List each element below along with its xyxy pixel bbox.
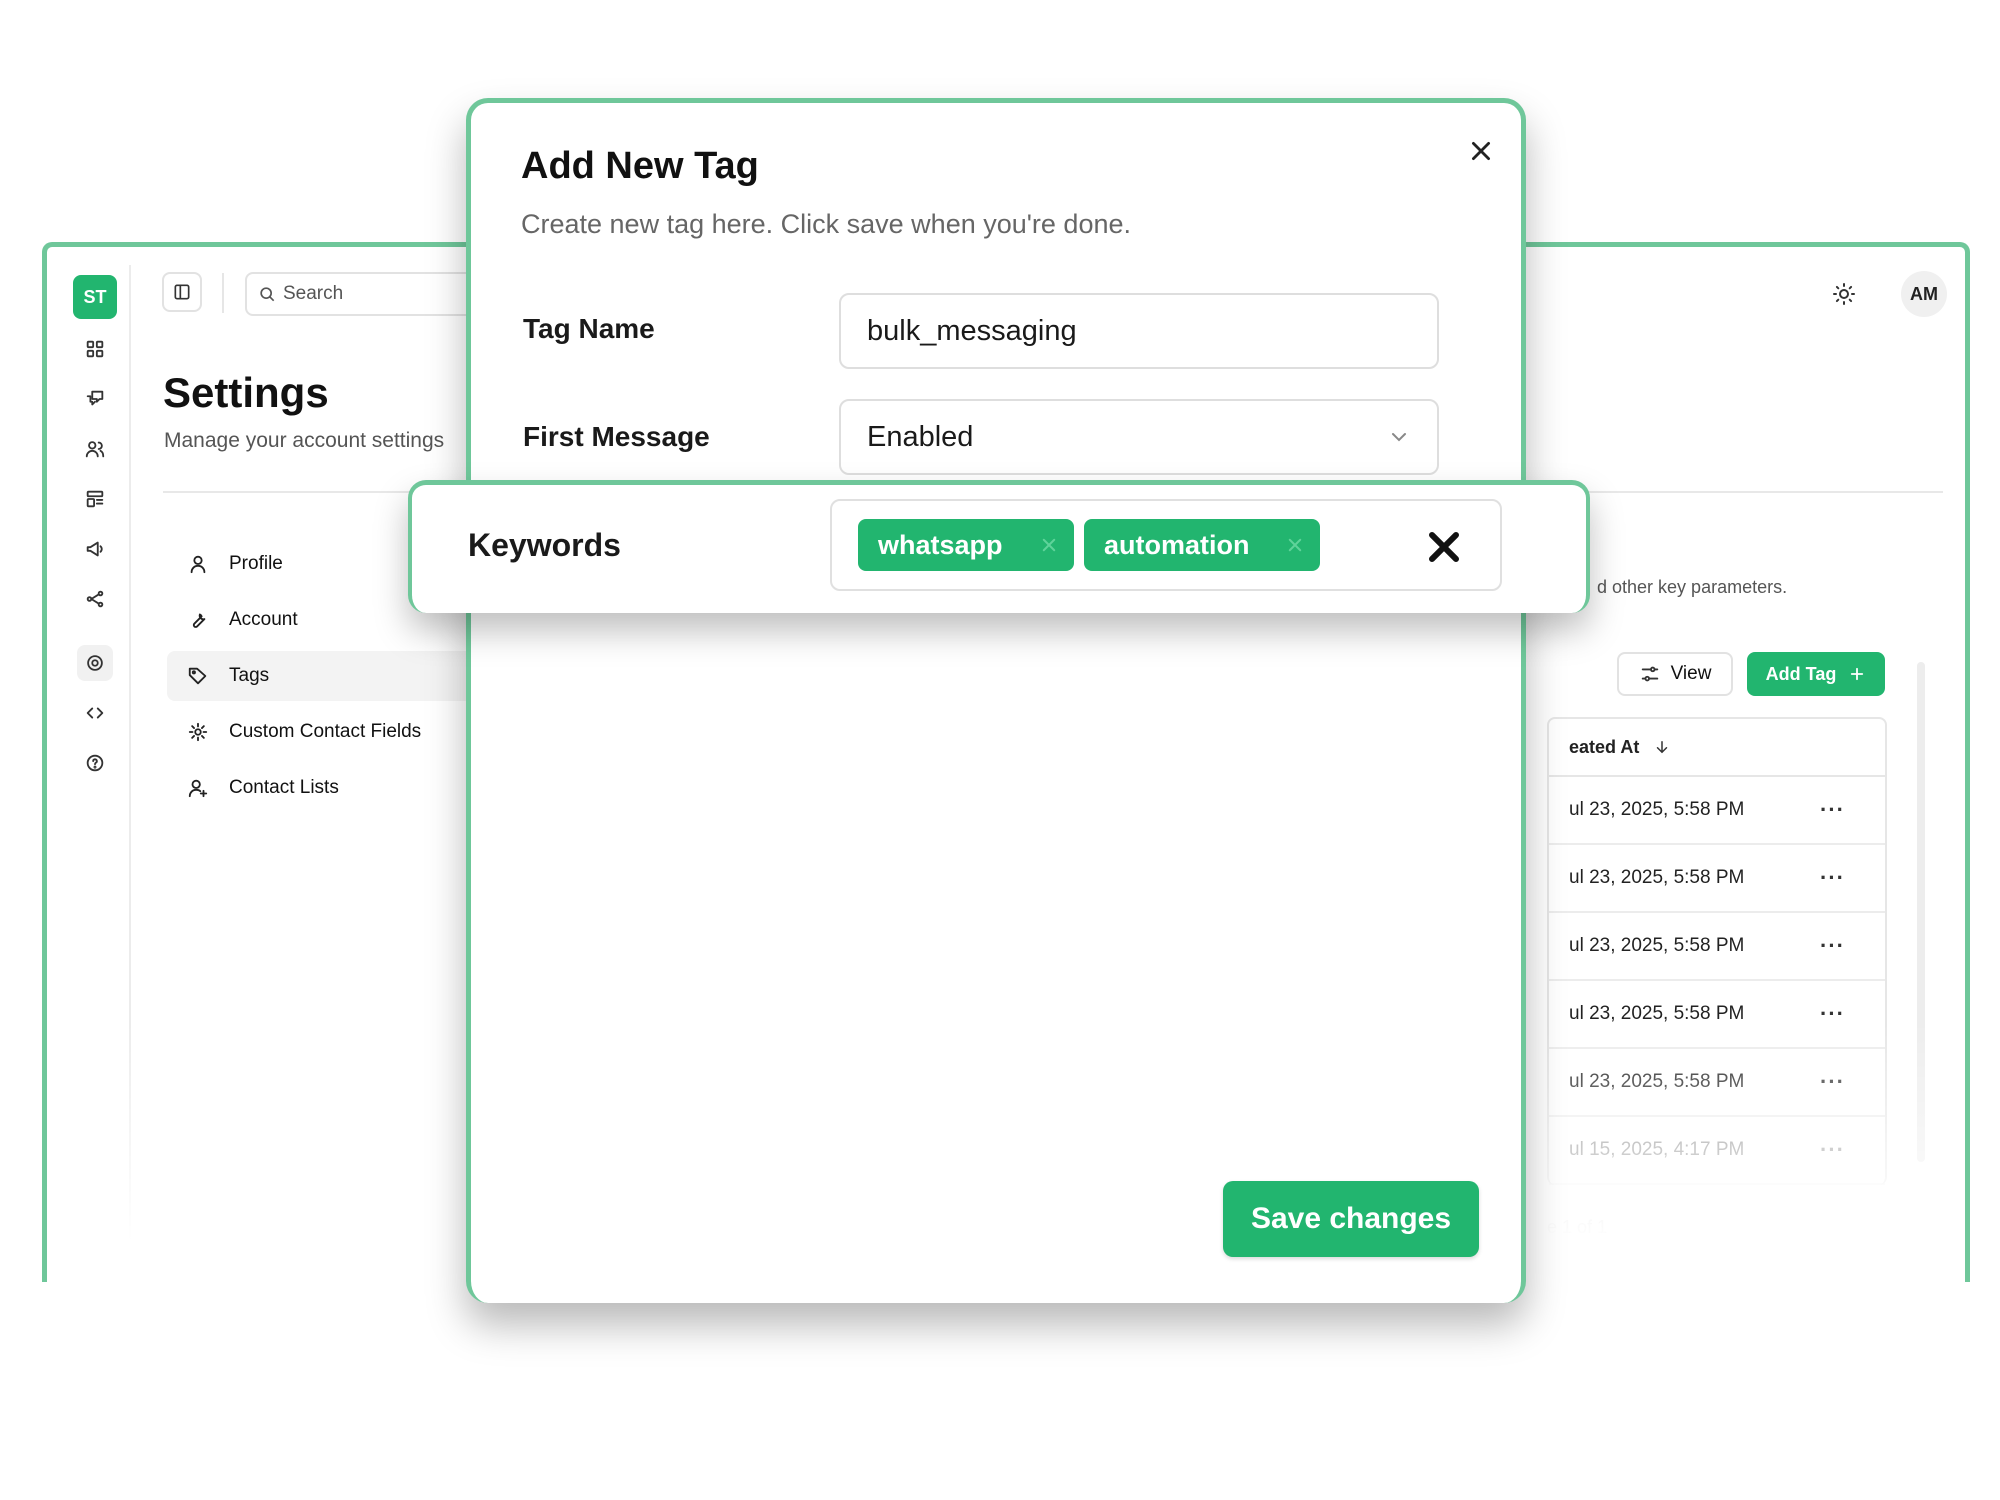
settings-icon[interactable] — [77, 645, 113, 681]
created-at-cell: ul 23, 2025, 5:58 PM — [1569, 1071, 1745, 1092]
remove-chip-icon[interactable] — [1040, 536, 1058, 554]
first-message-label: First Message — [523, 421, 710, 452]
created-at-cell: ul 23, 2025, 5:58 PM — [1569, 1003, 1745, 1024]
keyword-chip-label: automation — [1104, 529, 1250, 560]
dashboard-icon[interactable] — [77, 331, 113, 367]
first-message-value: Enabled — [867, 420, 974, 453]
add-tag-button[interactable]: Add Tag — [1747, 652, 1885, 696]
arrow-down-icon — [1657, 741, 1668, 754]
created-at-cell: ul 23, 2025, 5:58 PM — [1569, 935, 1745, 956]
tags-table: eated At ul 23, 2025, 5:58 PM ··· ul 23,… — [1547, 717, 1887, 1185]
settings-nav-label: Account — [229, 609, 298, 630]
settings-nav-label: Tags — [229, 665, 270, 686]
rail-footer-avatar: AM — [81, 1275, 105, 1282]
code-icon[interactable] — [77, 695, 113, 731]
sidebar-toggle-button[interactable] — [162, 272, 202, 312]
view-button-label: View — [1670, 663, 1712, 684]
keyword-chip[interactable]: whatsapp — [858, 519, 1074, 571]
tag-name-input[interactable] — [839, 293, 1439, 369]
table-row: ul 23, 2025, 5:58 PM ··· — [1549, 981, 1885, 1049]
table-row: ul 23, 2025, 5:58 PM ··· — [1549, 845, 1885, 913]
row-menu-button[interactable]: ··· — [1820, 933, 1845, 959]
table-row: ul 23, 2025, 5:58 PM ··· — [1549, 777, 1885, 845]
tags-section-description: d other key parameters. — [1597, 577, 1788, 597]
row-menu-button[interactable]: ··· — [1820, 1137, 1845, 1163]
topbar-divider — [222, 273, 224, 313]
wrench-icon — [192, 613, 206, 628]
templates-icon[interactable] — [77, 481, 113, 517]
close-dialog-button[interactable] — [1461, 131, 1501, 171]
row-menu-button[interactable]: ··· — [1820, 865, 1845, 891]
chevron-down-icon — [1392, 433, 1406, 442]
plus-icon — [1851, 667, 1864, 681]
help-icon[interactable] — [77, 745, 113, 781]
settings-nav-contact-lists[interactable]: Contact Lists — [167, 763, 507, 813]
user-icon — [190, 555, 206, 574]
keywords-row: Keywords whatsapp automation — [408, 480, 1590, 613]
sliders-icon — [1641, 666, 1658, 682]
add-tag-dialog: Add New Tag Create new tag here. Click s… — [466, 98, 1526, 1303]
icon-rail: ST AM — [59, 265, 131, 1282]
user-avatar[interactable]: AM — [1901, 271, 1947, 317]
user-plus-icon — [188, 779, 208, 798]
megaphone-icon[interactable] — [77, 531, 113, 567]
created-at-cell: ul 23, 2025, 5:58 PM — [1569, 799, 1745, 820]
row-menu-button[interactable]: ··· — [1820, 1069, 1845, 1095]
search-icon — [260, 287, 275, 302]
sun-icon[interactable] — [1827, 277, 1861, 311]
created-at-cell: ul 23, 2025, 5:58 PM — [1569, 867, 1745, 888]
scrollbar[interactable] — [1917, 662, 1925, 1162]
row-menu-button[interactable]: ··· — [1820, 1001, 1845, 1027]
tag-name-label: Tag Name — [523, 313, 655, 344]
keywords-label: Keywords — [468, 527, 621, 563]
settings-nav-label: Custom Contact Fields — [229, 721, 422, 742]
table-row: ul 23, 2025, 5:58 PM ··· — [1549, 913, 1885, 981]
save-changes-button[interactable]: Save changes — [1223, 1181, 1479, 1257]
view-options-button[interactable]: View — [1617, 652, 1733, 696]
settings-nav-tags[interactable]: Tags — [167, 651, 507, 701]
table-row: ul 15, 2025, 4:17 PM ··· — [1549, 1117, 1885, 1185]
settings-nav-label: Profile — [229, 553, 283, 574]
settings-nav-custom-contact-fields[interactable]: Custom Contact Fields — [167, 707, 507, 757]
page-subtitle: Manage your account settings — [164, 429, 445, 452]
contacts-icon[interactable] — [77, 431, 113, 467]
brand-logo[interactable]: ST — [73, 275, 117, 319]
table-header-created-at[interactable]: eated At — [1549, 719, 1885, 777]
chat-icon[interactable] — [77, 381, 113, 417]
remove-chip-icon[interactable] — [1286, 536, 1304, 554]
dialog-title: Add New Tag — [521, 145, 759, 187]
share-icon[interactable] — [77, 581, 113, 617]
created-at-cell: ul 15, 2025, 4:17 PM — [1569, 1139, 1745, 1160]
keyword-chip-label: whatsapp — [878, 529, 1003, 560]
gear-icon — [188, 722, 208, 742]
dialog-description: Create new tag here. Click save when you… — [521, 209, 1131, 239]
table-row: ul 23, 2025, 5:58 PM ··· — [1549, 1049, 1885, 1117]
close-icon — [1429, 532, 1459, 562]
column-label: eated At — [1569, 736, 1640, 757]
keyword-chip[interactable]: automation — [1084, 519, 1320, 571]
first-message-select[interactable]: Enabled — [839, 399, 1439, 475]
close-icon — [1472, 142, 1490, 160]
add-tag-button-label: Add Tag — [1765, 663, 1837, 684]
pagination-label: e 1 of 1 — [1547, 1217, 1608, 1237]
clear-keywords-button[interactable] — [1422, 525, 1466, 569]
sidebar-icon — [174, 284, 190, 300]
tag-icon — [188, 667, 207, 685]
settings-nav-label: Contact Lists — [229, 777, 339, 798]
row-menu-button[interactable]: ··· — [1820, 797, 1845, 823]
page-title: Settings — [163, 369, 329, 416]
keywords-input[interactable]: whatsapp automation — [830, 499, 1502, 591]
